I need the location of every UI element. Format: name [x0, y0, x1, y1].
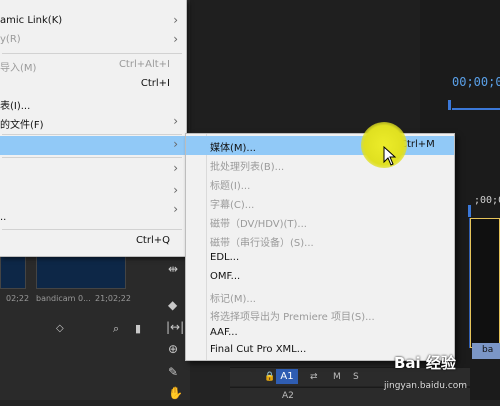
- track-a1-toggle[interactable]: A1: [276, 369, 298, 384]
- media-thumbnail[interactable]: [0, 255, 26, 289]
- mouse-cursor-icon: [383, 146, 397, 166]
- timeline-playhead[interactable]: [468, 205, 471, 217]
- submenu-item-tape-serial[interactable]: 磁带（串行设备）(S)...: [186, 231, 454, 250]
- submenu-item-edl[interactable]: EDL...: [186, 249, 454, 268]
- submenu-item-media[interactable]: 媒体(M)... Ctrl+M: [186, 136, 454, 155]
- thumbnail-duration: 02;22: [6, 294, 30, 303]
- menu-separator: [2, 229, 182, 230]
- razor-tool-icon[interactable]: ◆: [168, 298, 177, 312]
- baidu-watermark: Bai 经验: [394, 354, 456, 372]
- chevron-right-icon: ›: [173, 114, 178, 128]
- chevron-right-icon: ›: [173, 13, 178, 27]
- sort-icon[interactable]: ◇: [56, 323, 64, 334]
- playhead-marker[interactable]: [448, 100, 451, 110]
- lock-icon[interactable]: 🔒: [264, 372, 275, 382]
- program-scrub-bar[interactable]: [452, 108, 500, 110]
- timeline-video-clip-area[interactable]: [470, 218, 500, 348]
- menu-item-recent-files[interactable]: 的文件(F) ›: [0, 113, 186, 132]
- pen-tool-icon[interactable]: ✎: [168, 365, 178, 379]
- chevron-right-icon: ›: [173, 32, 178, 46]
- clip-label: ba: [482, 345, 494, 355]
- source-panel: [190, 0, 420, 132]
- watermark-url: jingyan.baidu.com: [384, 381, 468, 391]
- media-thumbnail[interactable]: [36, 255, 126, 289]
- timeline-timecode: ;00;00: [474, 195, 500, 206]
- menu-item-submenu-disabled[interactable]: ›: [0, 182, 186, 201]
- menu-item-dynamic-link[interactable]: amic Link(K) ›: [0, 12, 186, 31]
- menu-item-exit[interactable]: Ctrl+Q: [0, 232, 186, 251]
- submenu-item-title[interactable]: 标题(I)...: [186, 174, 454, 193]
- menu-separator: [2, 157, 182, 158]
- submenu-item-batch-list[interactable]: 批处理列表(B)...: [186, 155, 454, 174]
- slide-tool-icon[interactable]: ⊕: [168, 342, 178, 356]
- submenu-item-captions[interactable]: 字幕(C)...: [186, 193, 454, 212]
- menu-separator: [2, 134, 182, 135]
- mute-button[interactable]: M: [333, 372, 341, 382]
- menu-item-batch-list[interactable]: 表(I)...: [0, 94, 186, 113]
- menu-item-export[interactable]: ›: [0, 136, 186, 155]
- menu-item-import-recent[interactable]: 导入(M) Ctrl+Alt+I: [0, 56, 186, 75]
- menu-item-submenu[interactable]: ›: [0, 160, 186, 179]
- search-icon[interactable]: ⌕: [113, 322, 119, 336]
- menu-item-import[interactable]: Ctrl+I: [0, 75, 186, 94]
- submenu-item-markers[interactable]: 标记(M)...: [186, 287, 454, 306]
- menu-separator: [2, 53, 182, 54]
- submenu-item-omf[interactable]: OMF...: [186, 268, 454, 287]
- chevron-right-icon: ›: [173, 183, 178, 197]
- timeline-clip[interactable]: ba: [472, 343, 500, 359]
- thumbnail-duration: 21;02;22: [95, 294, 131, 303]
- hand-tool-icon[interactable]: ✋: [168, 386, 183, 400]
- export-submenu: 媒体(M)... Ctrl+M 批处理列表(B)... 标题(I)... 字幕(C…: [185, 133, 455, 361]
- thumbnail-name: bandicam 0...: [36, 294, 91, 303]
- slip-tool-icon[interactable]: |↔|: [166, 320, 184, 334]
- menu-item-disabled[interactable]: y(R) ›: [0, 31, 186, 50]
- submenu-item-premiere-project[interactable]: 将选择项导出为 Premiere 项目(S)...: [186, 305, 454, 324]
- submenu-item-tape-dv[interactable]: 磁带（DV/HDV)(T)...: [186, 212, 454, 231]
- file-menu: amic Link(K) › y(R) › 导入(M) Ctrl+Alt+I Ctrl…: [0, 0, 187, 257]
- chevron-right-icon: ›: [173, 137, 178, 151]
- menu-item-more[interactable]: ..: [0, 209, 186, 228]
- trash-icon[interactable]: ▮: [135, 322, 141, 335]
- sync-icon[interactable]: ⇄: [310, 372, 318, 382]
- chevron-right-icon: ›: [173, 161, 178, 175]
- ripple-tool-icon[interactable]: ⇹: [168, 262, 178, 276]
- program-timecode: 00;00;0: [452, 75, 500, 89]
- solo-button[interactable]: S: [353, 372, 359, 382]
